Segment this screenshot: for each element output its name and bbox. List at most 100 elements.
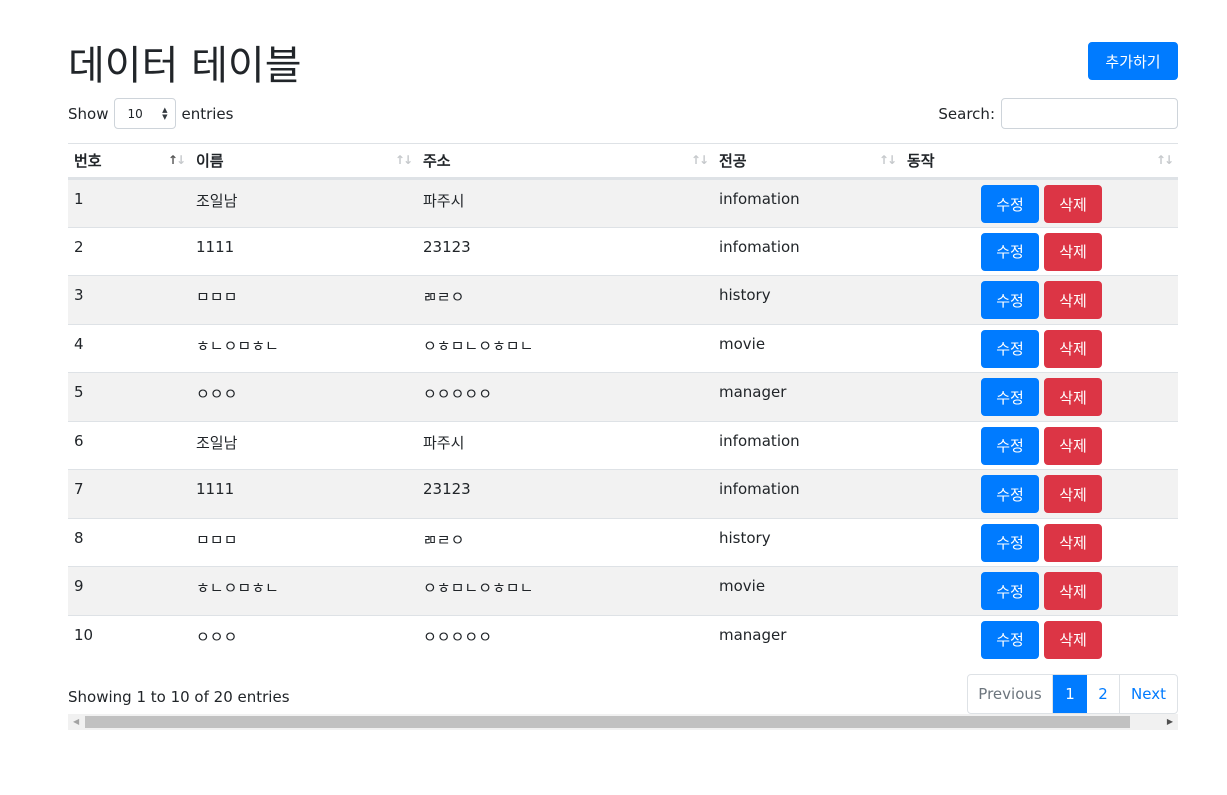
edit-button[interactable]: 수정 xyxy=(981,475,1039,513)
edit-button[interactable]: 수정 xyxy=(981,572,1039,610)
delete-button[interactable]: 삭제 xyxy=(1044,378,1102,416)
cell-name: ㅇㅇㅇ xyxy=(190,372,417,421)
cell-name: 조일남 xyxy=(190,420,417,470)
delete-button[interactable]: 삭제 xyxy=(1044,475,1102,513)
cell-number: 1 xyxy=(68,178,190,227)
cell-name: ㅇㅇㅇ xyxy=(190,614,417,664)
table-row: 8 ㅁㅁㅁ ㄻㄹㅇ history 수정 삭제 xyxy=(68,517,1178,567)
pagination-next[interactable]: Next xyxy=(1120,675,1177,713)
table-row: 4 ㅎㄴㅇㅁㅎㄴ ㅇㅎㅁㄴㅇㅎㅁㄴ movie 수정 삭제 xyxy=(68,323,1178,373)
cell-major: manager xyxy=(713,372,901,421)
table-row: 3 ㅁㅁㅁ ㄻㄹㅇ history 수정 삭제 xyxy=(68,275,1178,324)
column-header-number[interactable]: 번호 ↑↓ xyxy=(68,143,190,180)
table-row: 6 조일남 파주시 infomation 수정 삭제 xyxy=(68,420,1178,470)
cell-actions: 수정 삭제 xyxy=(901,323,1178,373)
table-row: 7 1111 23123 infomation 수정 삭제 xyxy=(68,469,1178,518)
delete-button[interactable]: 삭제 xyxy=(1044,426,1102,465)
cell-number: 7 xyxy=(68,469,190,518)
cell-name: ㅁㅁㅁ xyxy=(190,517,417,567)
delete-button[interactable]: 삭제 xyxy=(1044,281,1102,319)
pagination: Previous 1 2 Next xyxy=(967,674,1178,714)
table-info: Showing 1 to 10 of 20 entries xyxy=(68,688,290,706)
scroll-left-icon[interactable]: ◀ xyxy=(73,717,79,726)
delete-button[interactable]: 삭제 xyxy=(1044,620,1102,659)
cell-major: infomation xyxy=(713,469,901,518)
cell-address: 23123 xyxy=(417,226,713,276)
edit-button[interactable]: 수정 xyxy=(981,620,1039,659)
search-input[interactable] xyxy=(1001,98,1178,129)
edit-button[interactable]: 수정 xyxy=(981,329,1039,368)
entries-length-control: Show 10 ▲ ▼ entries xyxy=(68,98,233,129)
cell-actions: 수정 삭제 xyxy=(901,178,1178,227)
horizontal-scrollbar[interactable]: ◀ ▶ xyxy=(68,714,1178,730)
sort-icon: ↑↓ xyxy=(394,153,413,167)
scrollbar-thumb[interactable] xyxy=(85,716,1130,728)
cell-actions: 수정 삭제 xyxy=(901,372,1178,421)
cell-actions: 수정 삭제 xyxy=(901,420,1178,470)
scroll-right-icon[interactable]: ▶ xyxy=(1167,717,1173,726)
cell-address: ㄻㄹㅇ xyxy=(417,517,713,567)
cell-number: 4 xyxy=(68,323,190,373)
cell-actions: 수정 삭제 xyxy=(901,469,1178,518)
cell-major: history xyxy=(713,517,901,567)
entries-label: entries xyxy=(181,104,234,123)
cell-address: ㄻㄹㅇ xyxy=(417,275,713,324)
column-header-action[interactable]: 동작 ↑↓ xyxy=(901,143,1178,180)
select-arrows-icon: ▲ ▼ xyxy=(162,105,168,121)
cell-name: ㅎㄴㅇㅁㅎㄴ xyxy=(190,566,417,615)
pagination-previous[interactable]: Previous xyxy=(968,675,1053,713)
delete-button[interactable]: 삭제 xyxy=(1044,329,1102,368)
delete-button[interactable]: 삭제 xyxy=(1044,572,1102,610)
delete-button[interactable]: 삭제 xyxy=(1044,232,1102,271)
cell-address: ㅇㅇㅇㅇㅇ xyxy=(417,372,713,421)
entries-length-value: 10 xyxy=(127,106,143,121)
cell-address: 파주시 xyxy=(417,178,713,227)
cell-number: 10 xyxy=(68,614,190,664)
delete-button[interactable]: 삭제 xyxy=(1044,523,1102,562)
cell-name: 1111 xyxy=(190,469,417,518)
show-label: Show xyxy=(68,104,109,123)
cell-major: infomation xyxy=(713,178,901,227)
delete-button[interactable]: 삭제 xyxy=(1044,185,1102,223)
cell-actions: 수정 삭제 xyxy=(901,566,1178,615)
cell-name: ㅁㅁㅁ xyxy=(190,275,417,324)
cell-actions: 수정 삭제 xyxy=(901,614,1178,664)
cell-major: movie xyxy=(713,566,901,615)
edit-button[interactable]: 수정 xyxy=(981,185,1039,223)
pagination-page-2[interactable]: 2 xyxy=(1087,675,1120,713)
edit-button[interactable]: 수정 xyxy=(981,426,1039,465)
cell-actions: 수정 삭제 xyxy=(901,275,1178,324)
edit-button[interactable]: 수정 xyxy=(981,281,1039,319)
cell-number: 6 xyxy=(68,420,190,470)
page-title: 데이터 테이블 xyxy=(68,43,302,89)
cell-address: ㅇㅎㅁㄴㅇㅎㅁㄴ xyxy=(417,566,713,615)
column-header-major[interactable]: 전공 ↑↓ xyxy=(713,143,901,180)
edit-button[interactable]: 수정 xyxy=(981,232,1039,271)
cell-address: ㅇㅇㅇㅇㅇ xyxy=(417,614,713,664)
cell-major: infomation xyxy=(713,420,901,470)
sort-icon: ↑↓ xyxy=(878,153,897,167)
cell-major: movie xyxy=(713,323,901,373)
cell-major: history xyxy=(713,275,901,324)
table-row: 5 ㅇㅇㅇ ㅇㅇㅇㅇㅇ manager 수정 삭제 xyxy=(68,372,1178,421)
cell-name: 1111 xyxy=(190,226,417,276)
cell-actions: 수정 삭제 xyxy=(901,226,1178,276)
cell-number: 9 xyxy=(68,566,190,615)
column-header-name[interactable]: 이름 ↑↓ xyxy=(190,143,417,180)
edit-button[interactable]: 수정 xyxy=(981,378,1039,416)
cell-number: 2 xyxy=(68,226,190,276)
table-row: 9 ㅎㄴㅇㅁㅎㄴ ㅇㅎㅁㄴㅇㅎㅁㄴ movie 수정 삭제 xyxy=(68,566,1178,615)
cell-address: 23123 xyxy=(417,469,713,518)
sort-icon: ↑↓ xyxy=(690,153,709,167)
entries-length-select[interactable]: 10 ▲ ▼ xyxy=(114,98,177,129)
cell-address: ㅇㅎㅁㄴㅇㅎㅁㄴ xyxy=(417,323,713,373)
search-control: Search: xyxy=(938,98,1178,129)
table-row: 2 1111 23123 infomation 수정 삭제 xyxy=(68,226,1178,276)
column-header-address[interactable]: 주소 ↑↓ xyxy=(417,143,713,180)
cell-name: 조일남 xyxy=(190,178,417,227)
cell-name: ㅎㄴㅇㅁㅎㄴ xyxy=(190,323,417,373)
add-button[interactable]: 추가하기 xyxy=(1088,42,1178,80)
pagination-page-1[interactable]: 1 xyxy=(1053,675,1087,713)
table-body: 1 조일남 파주시 infomation 수정 삭제 2 1111 23123 infomatio… xyxy=(68,178,1178,664)
edit-button[interactable]: 수정 xyxy=(981,523,1039,562)
